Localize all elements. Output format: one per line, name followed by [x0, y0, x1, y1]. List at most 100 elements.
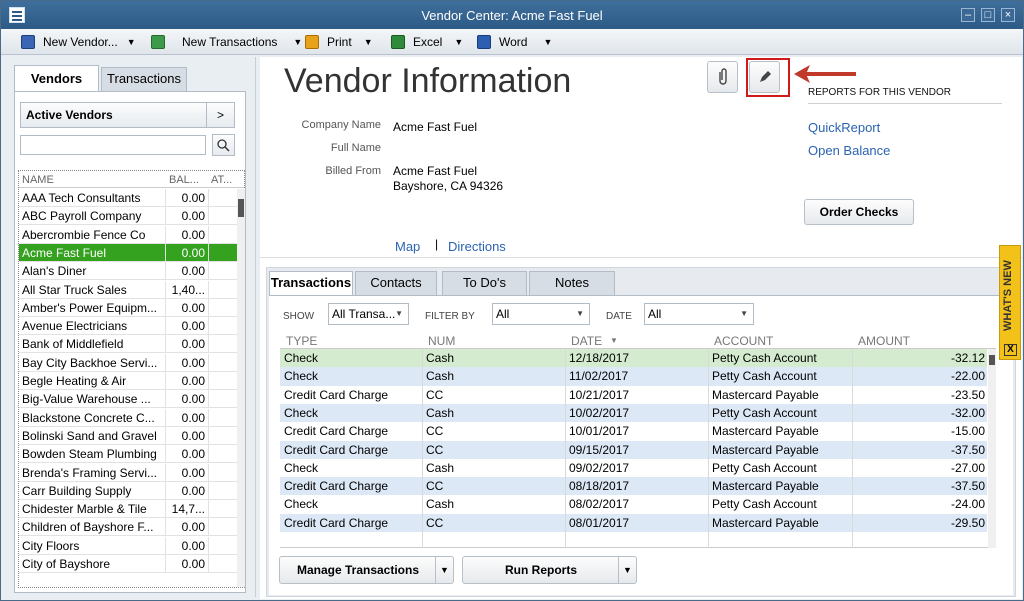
new-transactions-button[interactable]: New Transactions ▼ [151, 34, 302, 50]
vendor-row[interactable]: Carr Building Supply 0.00 [19, 481, 237, 500]
show-select[interactable]: All Transa... ▼ [328, 303, 409, 325]
filter-by-select[interactable]: All ▼ [492, 303, 590, 325]
vendor-balance: 1,40... [171, 282, 205, 297]
vendor-row[interactable]: City Floors 0.00 [19, 536, 237, 555]
company-name-label: Company Name [301, 119, 381, 131]
excel-dropdown-icon[interactable]: ▼ [454, 37, 463, 47]
transaction-row[interactable]: Credit Card Charge CC 10/01/2017 Mastercard… [280, 422, 987, 441]
open-balance-link[interactable]: Open Balance [808, 143, 890, 158]
word-dropdown-icon[interactable]: ▼ [543, 37, 552, 47]
manage-transactions-label[interactable]: Manage Transactions [280, 557, 436, 583]
transaction-row[interactable]: Check Cash 12/18/2017 Petty Cash Account -32… [280, 349, 987, 368]
directions-link[interactable]: Directions [448, 239, 506, 254]
column-amount-header[interactable]: AMOUNT [858, 334, 910, 348]
close-icon[interactable]: X [1004, 344, 1017, 356]
new-transactions-dropdown-icon[interactable]: ▼ [293, 37, 302, 47]
column-num-header[interactable]: NUM [428, 334, 455, 348]
order-checks-button[interactable]: Order Checks [804, 199, 914, 225]
close-button[interactable]: × [1001, 8, 1015, 22]
cell-divider [165, 225, 166, 244]
column-account-header[interactable]: ACCOUNT [714, 334, 773, 348]
vendor-row[interactable]: Big-Value Warehouse ... 0.00 [19, 390, 237, 409]
vendor-row[interactable]: City of Bayshore 0.00 [19, 555, 237, 573]
transactions-scrollbar[interactable] [988, 349, 996, 548]
new-vendor-button[interactable]: New Vendor... ▼ [21, 34, 136, 50]
column-divider [852, 349, 853, 548]
manage-transactions-button[interactable]: Manage Transactions ▼ [279, 556, 454, 584]
tab-notes[interactable]: Notes [529, 271, 615, 295]
tx-date: 09/02/2017 [569, 460, 630, 475]
title-bar[interactable]: Vendor Center: Acme Fast Fuel – □ × [1, 1, 1023, 29]
transaction-row[interactable]: Check Cash 08/02/2017 Petty Cash Account -24… [280, 495, 987, 514]
column-balance-header[interactable]: BAL... [169, 174, 199, 186]
vendor-row[interactable]: Bowden Steam Plumbing 0.00 [19, 445, 237, 464]
vendor-search-input[interactable] [20, 135, 206, 155]
column-type-header[interactable]: TYPE [286, 334, 317, 348]
vendor-row[interactable]: Children of Bayshore F... 0.00 [19, 518, 237, 537]
transaction-row[interactable]: Check Cash 09/02/2017 Petty Cash Account -27… [280, 458, 987, 478]
column-date-header[interactable]: DATE [571, 334, 602, 348]
vendor-row[interactable]: Bank of Middlefield 0.00 [19, 335, 237, 354]
minimize-button[interactable]: – [961, 8, 975, 22]
date-select[interactable]: All ▼ [644, 303, 754, 325]
word-button[interactable]: Word ▼ [477, 34, 552, 50]
vendor-row[interactable]: ABC Payroll Company 0.00 [19, 207, 237, 226]
horizontal-splitter[interactable] [260, 257, 1022, 263]
tab-contacts[interactable]: Contacts [355, 271, 437, 295]
vendor-list-scrollbar[interactable] [237, 189, 245, 587]
caret-down-icon[interactable]: ▼ [435, 557, 453, 583]
pane-splitter[interactable] [255, 57, 259, 597]
run-reports-label[interactable]: Run Reports [463, 557, 619, 583]
vendor-row[interactable]: AAA Tech Consultants 0.00 [19, 189, 237, 207]
vendor-row[interactable]: Acme Fast Fuel 0.00 [19, 243, 237, 262]
cell-divider [208, 207, 209, 226]
new-vendor-icon [21, 35, 35, 49]
run-reports-button[interactable]: Run Reports ▼ [462, 556, 637, 584]
column-divider [708, 349, 709, 548]
vendor-row[interactable]: Chidester Marble & Tile 14,7... [19, 500, 237, 519]
transaction-row[interactable]: Check Cash 11/02/2017 Petty Cash Account -22… [280, 367, 987, 386]
new-vendor-dropdown-icon[interactable]: ▼ [127, 37, 136, 47]
transaction-row[interactable]: Credit Card Charge CC 10/21/2017 Mastercard… [280, 385, 987, 404]
chevron-right-icon[interactable]: > [206, 103, 234, 127]
tab-transactions[interactable]: Transactions [101, 67, 187, 91]
print-dropdown-icon[interactable]: ▼ [364, 37, 373, 47]
vendor-row[interactable]: Brenda's Framing Servi... 0.00 [19, 463, 237, 482]
transaction-row[interactable]: Check Cash 10/02/2017 Petty Cash Account -32… [280, 403, 987, 423]
cell-divider [208, 500, 209, 519]
vendor-row[interactable]: Avenue Electricians 0.00 [19, 317, 237, 336]
active-vendors-filter[interactable]: Active Vendors > [20, 102, 235, 128]
print-button[interactable]: Print ▼ [305, 34, 373, 50]
column-name-header[interactable]: NAME [22, 174, 54, 186]
attach-button[interactable] [707, 61, 738, 93]
vendor-search-button[interactable] [212, 134, 235, 156]
show-select-value: All Transa... [332, 307, 396, 321]
show-label: SHOW [283, 311, 315, 322]
transaction-row[interactable]: Credit Card Charge CC 09/15/2017 Mastercard… [280, 440, 987, 459]
maximize-button[interactable]: □ [981, 8, 995, 22]
quick-report-link[interactable]: QuickReport [808, 120, 880, 135]
tab-transactions-detail[interactable]: Transactions [269, 271, 353, 296]
excel-button[interactable]: Excel ▼ [391, 34, 463, 50]
vendor-row[interactable]: Abercrombie Fence Co 0.00 [19, 225, 237, 244]
vendor-balance: 0.00 [181, 538, 205, 553]
map-link[interactable]: Map [395, 239, 420, 254]
column-divider [565, 349, 566, 548]
transaction-row[interactable]: Credit Card Charge CC 08/18/2017 Mastercard… [280, 477, 987, 496]
vendor-row[interactable]: Bay City Backhoe Servi... 0.00 [19, 353, 237, 372]
vendor-row[interactable]: Blackstone Concrete C... 0.00 [19, 408, 237, 427]
caret-down-icon[interactable]: ▼ [618, 557, 636, 583]
transaction-row[interactable]: Credit Card Charge CC 08/01/2017 Mastercard… [280, 513, 987, 532]
vendor-row[interactable]: All Star Truck Sales 1,40... [19, 280, 237, 299]
vendor-row[interactable]: Amber's Power Equipm... 0.00 [19, 298, 237, 317]
scroll-thumb[interactable] [238, 199, 244, 217]
column-attach-header[interactable]: AT... [211, 174, 232, 186]
vendor-row[interactable]: Begle Heating & Air 0.00 [19, 372, 237, 390]
whats-new-panel[interactable]: WHAT'S NEW X [999, 245, 1021, 360]
vendor-row[interactable]: Bolinski Sand and Gravel 0.00 [19, 426, 237, 445]
vendor-row[interactable]: Alan's Diner 0.00 [19, 262, 237, 281]
tab-vendors[interactable]: Vendors [14, 65, 99, 92]
tab-todos[interactable]: To Do's [442, 271, 527, 295]
tx-account: Petty Cash Account [712, 497, 817, 512]
scroll-thumb[interactable] [989, 355, 995, 365]
